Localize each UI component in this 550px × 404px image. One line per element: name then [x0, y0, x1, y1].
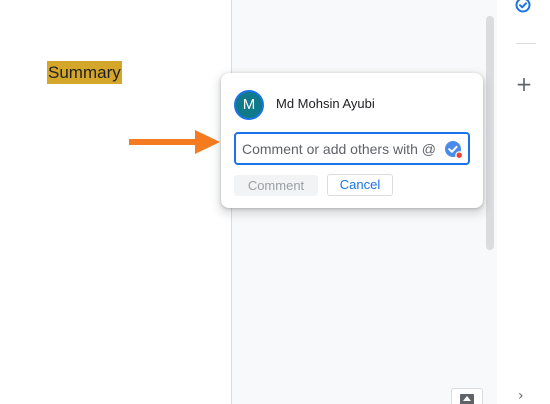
right-arrow-icon — [129, 130, 220, 154]
plus-icon[interactable]: + — [515, 74, 533, 94]
collapse-icon-arrow — [463, 396, 471, 401]
cancel-button[interactable]: Cancel — [327, 174, 393, 196]
docs-page: Summary + › M Md Mohsin Ayubi Comment Ca… — [0, 0, 550, 404]
avatar: M — [234, 90, 264, 120]
comment-card: M Md Mohsin Ayubi Comment Cancel — [221, 73, 483, 208]
side-rail — [497, 0, 550, 404]
author-name: Md Mohsin Ayubi — [276, 96, 375, 111]
comment-field[interactable] — [234, 132, 470, 165]
comments-scrollbar[interactable] — [486, 16, 494, 250]
rail-divider — [516, 43, 536, 44]
chevron-right-icon[interactable]: › — [518, 388, 530, 404]
collapse-button[interactable] — [451, 388, 483, 404]
comment-button[interactable]: Comment — [234, 175, 318, 196]
comment-input[interactable] — [242, 138, 438, 160]
assign-check-icon[interactable] — [444, 140, 464, 160]
check-circle-icon[interactable] — [515, 0, 531, 13]
highlighted-summary-text[interactable]: Summary — [47, 61, 122, 84]
